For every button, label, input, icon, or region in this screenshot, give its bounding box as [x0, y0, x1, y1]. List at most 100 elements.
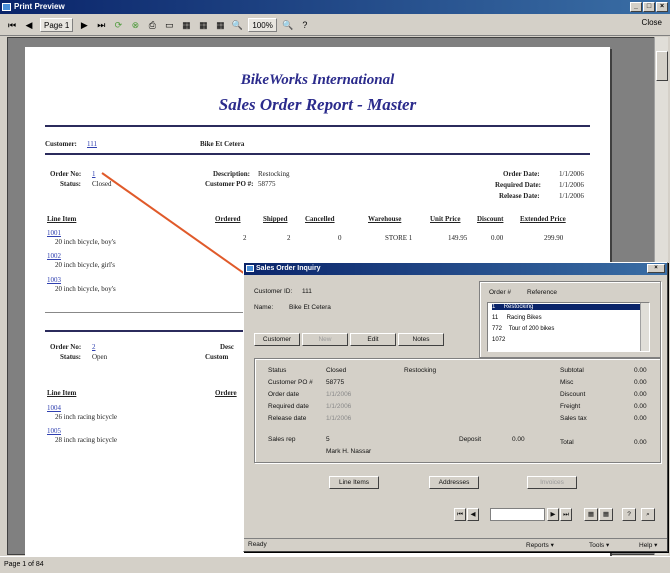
order-no-label: Order No:	[50, 170, 82, 178]
sales-tax-label: Sales tax	[560, 415, 587, 422]
maximize-button[interactable]: □	[643, 2, 655, 12]
first-record-button[interactable]: ⏮	[454, 508, 466, 521]
next-record-button[interactable]: ▶	[547, 508, 559, 521]
col-unit-price: Unit Price	[430, 215, 461, 223]
last-page-icon[interactable]: ⏭	[95, 18, 107, 32]
next-page-icon[interactable]: ▶	[78, 18, 90, 32]
customer-id-link[interactable]: 111	[87, 140, 97, 148]
tools-menu[interactable]: Tools ▾	[589, 541, 609, 549]
window-titlebar: Print Preview _ □ ×	[0, 0, 670, 14]
order-no-label: Order No:	[50, 343, 82, 351]
col-discount: Discount	[477, 215, 504, 223]
release-date-value: 1/1/2006	[559, 192, 584, 200]
customer-id-value: 111	[302, 288, 312, 295]
cell-cancelled: 0	[338, 234, 342, 242]
grid-icon[interactable]: ▦	[584, 508, 598, 521]
last-record-button[interactable]: ⏭	[560, 508, 572, 521]
reports-menu[interactable]: Reports ▾	[526, 541, 554, 549]
listbox-scrollbar[interactable]	[640, 303, 649, 351]
new-button[interactable]: New	[302, 333, 348, 346]
description-value: Restocking	[258, 170, 290, 178]
col-shipped: Shipped	[263, 215, 288, 223]
line-item-code[interactable]: 1004	[47, 404, 61, 412]
line-item-code[interactable]: 1001	[47, 229, 61, 237]
help-icon[interactable]: ?	[299, 18, 311, 32]
scroll-thumb[interactable]	[656, 51, 668, 81]
refresh-icon[interactable]: ⟳	[112, 18, 124, 32]
report-title: BikeWorks International	[240, 72, 395, 88]
freight-value: 0.00	[634, 403, 647, 410]
page-selector[interactable]: Page 1	[40, 17, 74, 32]
customer-po-value: 58775	[258, 180, 276, 188]
order-no-link[interactable]: 1	[92, 170, 96, 178]
close-window-button[interactable]: ×	[656, 2, 668, 12]
edit-button[interactable]: Edit	[350, 333, 396, 346]
cell-ordered: 2	[243, 234, 247, 242]
customer-button[interactable]: Customer	[254, 333, 300, 346]
divider	[45, 125, 590, 127]
order-num: 772	[492, 326, 503, 332]
two-page-icon[interactable]: ▦	[197, 18, 209, 32]
export-icon[interactable]: ▭	[163, 18, 175, 32]
line-item-code[interactable]: 1002	[47, 252, 61, 260]
dialog-statusbar: Ready Reports ▾ Tools ▾ Help ▾	[244, 538, 667, 551]
zoom-icon[interactable]: 🔍	[231, 18, 243, 32]
order-ref: Racing Bikes	[506, 315, 542, 321]
record-number-input[interactable]	[490, 508, 545, 521]
customer-label: Customer:	[45, 140, 77, 148]
order-list-item[interactable]: 772 Tour of 200 bikes	[492, 326, 554, 332]
subtotal-value: 0.00	[634, 367, 647, 374]
stop-icon[interactable]: ⊗	[129, 18, 141, 32]
dialog-titlebar: Sales Order Inquiry ×	[244, 263, 667, 275]
notes-button[interactable]: Notes	[398, 333, 444, 346]
order-list-item[interactable]: 1 Restocking	[492, 304, 642, 310]
status-value: Closed	[92, 180, 112, 188]
one-page-icon[interactable]: ▦	[180, 18, 192, 32]
invoices-button[interactable]: Invoices	[527, 476, 577, 489]
search-icon[interactable]: ⌕	[641, 508, 655, 521]
col-cancelled: Cancelled	[305, 215, 335, 223]
minimize-button[interactable]: _	[630, 2, 642, 12]
sales-rep-label: Sales rep	[268, 436, 296, 443]
status-label: Status:	[60, 353, 82, 361]
sales-order-inquiry-dialog: Sales Order Inquiry × Customer ID: 111 N…	[243, 262, 668, 552]
sales-rep-name: Mark H. Nassar	[326, 448, 372, 455]
order-ref: Restocking	[503, 304, 534, 310]
status-bar-text: Page 1 of 84	[4, 561, 44, 568]
order-no-link[interactable]: 2	[92, 343, 96, 351]
addresses-button[interactable]: Addresses	[429, 476, 479, 489]
report-subtitle: Sales Order Report - Master	[218, 95, 417, 114]
close-preview-button[interactable]: Close	[642, 18, 662, 27]
col-extended-price: Extended Price	[520, 215, 566, 223]
order-date-label: Order date	[268, 391, 300, 398]
prev-record-button[interactable]: ◀	[467, 508, 479, 521]
find-icon[interactable]: 🔍	[282, 18, 294, 32]
col-ordered: Ordere	[215, 389, 237, 397]
line-item-desc: 26 inch racing bicycle	[55, 413, 118, 421]
first-page-icon[interactable]: ⏮	[6, 18, 18, 32]
order-date-value: 1/1/2006	[326, 391, 352, 398]
zoom-select[interactable]: 100%	[248, 17, 277, 32]
prev-page-icon[interactable]: ◀	[23, 18, 35, 32]
description-label: Description:	[213, 170, 250, 178]
status-value: Open	[92, 353, 108, 361]
line-item-code[interactable]: 1005	[47, 427, 61, 435]
status-label: Status:	[60, 180, 82, 188]
line-item-code[interactable]: 1003	[47, 276, 61, 284]
order-list-item[interactable]: 11 Racing Bikes	[492, 315, 542, 321]
multi-page-icon[interactable]: ▦	[214, 18, 226, 32]
help-menu[interactable]: Help ▾	[639, 541, 657, 549]
dialog-close-button[interactable]: ×	[647, 264, 665, 273]
required-date-value: 1/1/2006	[326, 403, 352, 410]
line-item-desc: 20 inch bicycle, girl's	[55, 261, 115, 269]
cell-discount: 0.00	[491, 234, 504, 242]
order-listbox[interactable]: 1 Restocking 11 Racing Bikes 772 Tour of…	[487, 302, 650, 352]
line-items-button[interactable]: Line Items	[329, 476, 379, 489]
report-icon[interactable]: ▦	[599, 508, 613, 521]
status-label: Status	[268, 367, 287, 374]
help-icon[interactable]: ?	[622, 508, 636, 521]
order-list-item[interactable]: 1072	[492, 337, 505, 343]
print-icon[interactable]: ⎙	[146, 18, 158, 32]
col-warehouse: Warehouse	[368, 215, 402, 223]
preview-toolbar: ⏮ ◀ Page 1 ▶ ⏭ ⟳ ⊗ ⎙ ▭ ▦ ▦ ▦ 🔍 100% 🔍 ?	[0, 14, 670, 36]
